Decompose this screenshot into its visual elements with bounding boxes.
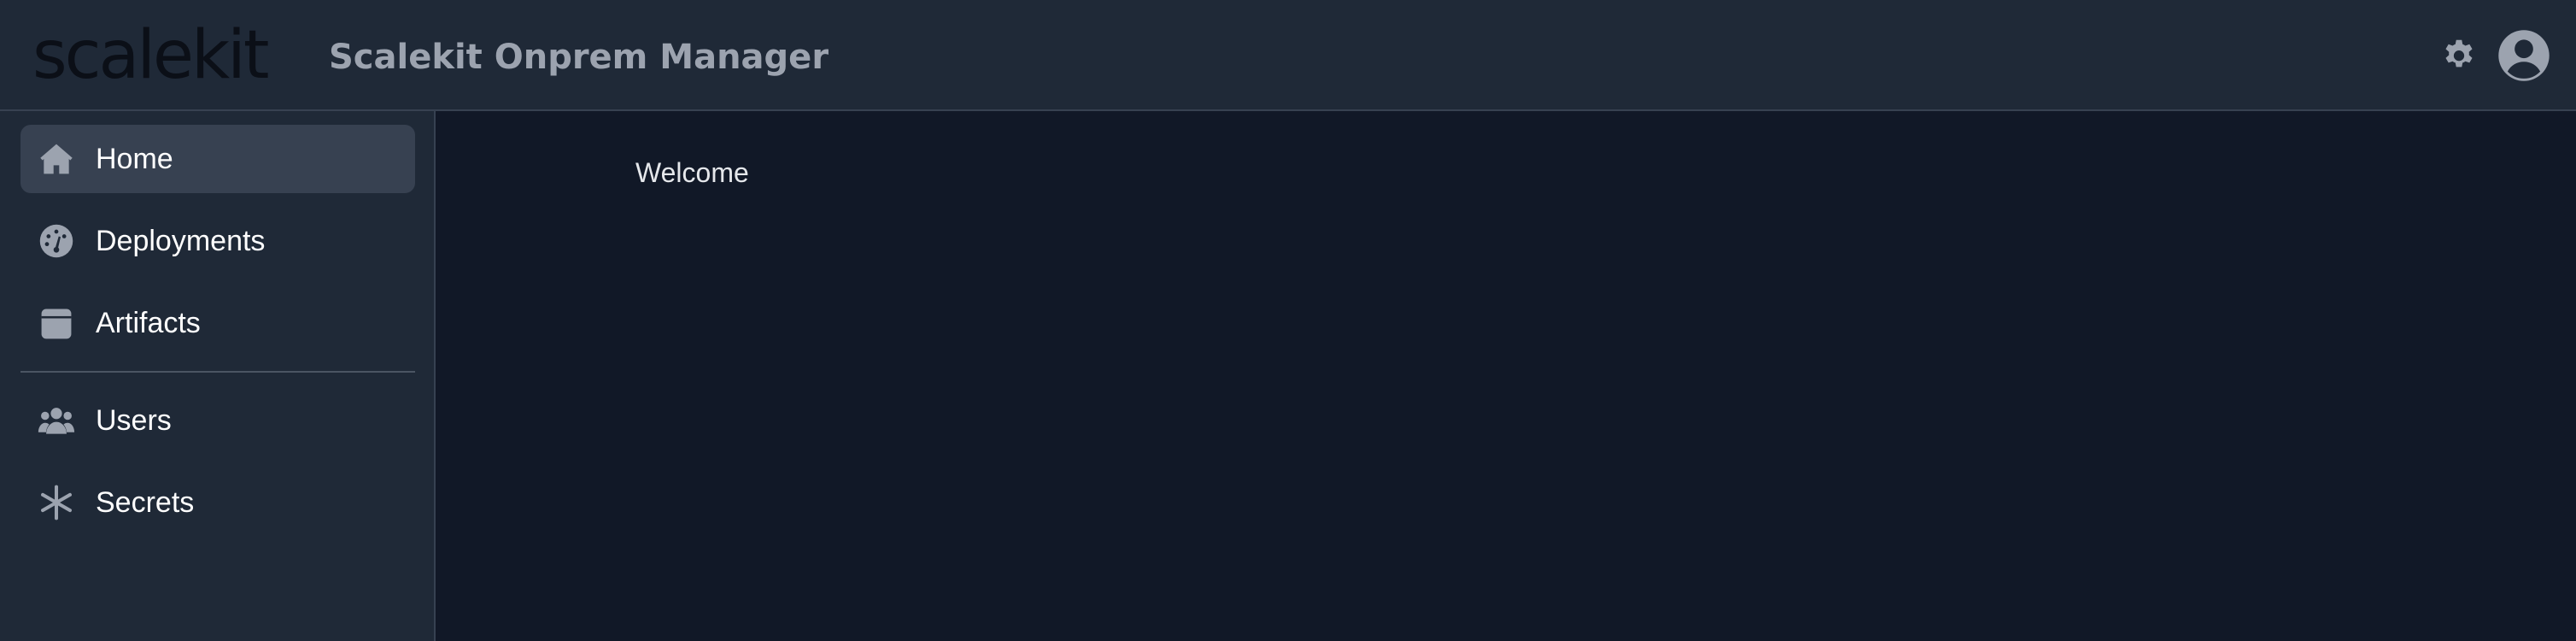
users-icon [38, 408, 75, 434]
sidebar-item-deployments[interactable]: Deployments [20, 207, 415, 275]
sidebar-item-secrets[interactable]: Secrets [20, 468, 415, 537]
archive-box-icon [41, 309, 72, 339]
top-header: scalekit Scalekit Onprem Manager [0, 0, 2576, 111]
sidebar-item-home[interactable]: Home [20, 125, 415, 193]
asterisk-icon [41, 485, 72, 520]
sidebar-item-users[interactable]: Users [20, 386, 415, 455]
user-circle-icon[interactable] [2497, 29, 2550, 82]
main-content: Welcome [436, 111, 2576, 641]
sidebar-item-label: Users [96, 404, 172, 437]
sidebar-item-artifacts[interactable]: Artifacts [20, 289, 415, 357]
gauge-icon [39, 224, 73, 258]
sidebar-nav: Home Deployments Artifacts Users Secrets [0, 111, 436, 641]
app-window: scalekit Scalekit Onprem Manager Home De… [0, 0, 2576, 641]
home-icon [40, 144, 73, 174]
sidebar-item-label: Secrets [96, 486, 195, 519]
app-title: Scalekit Onprem Manager [329, 38, 829, 77]
scalekit-logo[interactable]: scalekit [32, 17, 269, 94]
sidebar-item-label: Artifacts [96, 307, 201, 339]
sidebar-divider [20, 371, 415, 373]
sidebar-item-label: Deployments [96, 225, 266, 257]
gear-icon[interactable] [2439, 36, 2479, 75]
welcome-text: Welcome [635, 157, 749, 188]
sidebar-item-label: Home [96, 143, 173, 175]
